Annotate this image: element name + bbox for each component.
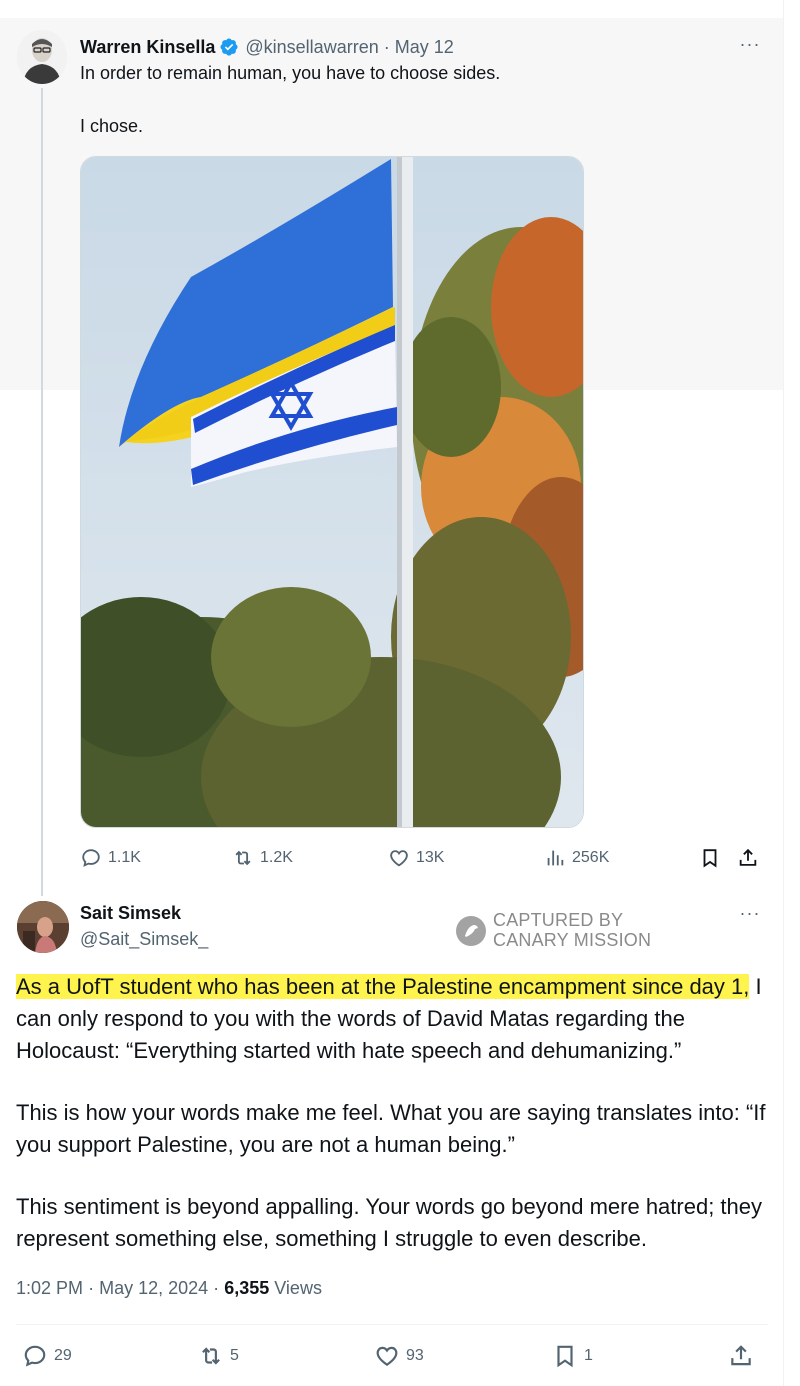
reply-count: 1.1K [108,849,141,866]
avatar[interactable] [17,901,69,953]
bookmark-button[interactable] [699,844,727,872]
like-count: 13K [416,849,445,866]
repost-button[interactable]: 5 [198,1342,239,1370]
reply-icon [24,1345,46,1367]
reply-icon [82,849,100,867]
tweet-date[interactable]: May 12 [395,37,454,58]
views-count: 256K [572,849,610,866]
tweet-time[interactable]: 1:02 PM [16,1278,83,1298]
views-count: 6,355 [224,1278,270,1298]
bookmark-icon [557,1345,573,1368]
author-handle[interactable]: @Sait_Simsek_ [80,929,208,950]
reply-button[interactable]: 29 [22,1342,72,1370]
watermark-line: CAPTURED BY [493,910,624,930]
repost-icon [235,850,251,866]
bookmark-icon [703,849,717,868]
like-button[interactable]: 93 [374,1342,424,1370]
tweet-thread-page: Warren Kinsella @kinsellawarren · May 12… [0,0,800,1386]
views-button[interactable]: 256K [544,844,609,872]
tweet-paragraph: As a UofT student who has been at the Pa… [16,971,776,1067]
separator-dot: · [88,1278,95,1298]
tweet-action-bar: 1.1K 1.2K 13K 256K [80,844,770,872]
tweet-text: In order to remain human, you have to ch… [80,63,501,83]
canary-logo [456,916,486,946]
views-label: Views [274,1278,322,1298]
tweet-paragraph: This sentiment is beyond appalling. Your… [16,1194,763,1251]
canary-mission-watermark: CAPTURED BY CANARY MISSION [456,910,656,954]
bookmark-count: 1 [584,1347,593,1364]
tweet-text: I chose. [80,116,144,136]
bookmark-button[interactable]: 1 [552,1342,593,1370]
tweet-action-bar: 29 5 93 1 [16,1342,768,1372]
tweet-header: Warren Kinsella @kinsellawarren · May 12 [80,36,454,58]
repost-count: 5 [230,1347,239,1364]
reply-count: 29 [54,1347,72,1364]
author-name[interactable]: Warren Kinsella [80,37,215,58]
like-icon [376,1346,398,1366]
share-button[interactable] [737,844,765,872]
like-button[interactable]: 13K [388,844,444,872]
share-button[interactable] [728,1342,760,1370]
repost-button[interactable]: 1.2K [232,844,293,872]
separator-dot: · [383,36,390,57]
column-border [783,0,784,1386]
tweet-meta: 1:02 PM · May 12, 2024 · 6,355 Views [16,1278,322,1299]
share-icon [731,1345,751,1366]
watermark-line: CANARY MISSION [493,930,652,950]
highlighted-text: As a UofT student who has been at the Pa… [16,974,750,999]
views-icon [547,850,564,866]
more-icon[interactable]: ··· [736,903,764,927]
tweet-body: As a UofT student who has been at the Pa… [16,971,776,1255]
tweet-paragraph: This is how your words make me feel. Wha… [16,1100,766,1157]
thread-connector-line [41,88,43,896]
avatar[interactable] [17,30,67,84]
tweet-photo[interactable] [80,156,584,828]
divider [16,1324,768,1325]
author-handle[interactable]: @kinsellawarren [245,37,378,58]
repost-count: 1.2K [260,849,293,866]
like-icon [390,850,408,867]
repost-icon [202,1347,220,1365]
like-count: 93 [406,1347,424,1364]
separator-dot: · [213,1278,220,1298]
verified-badge-icon [219,37,239,57]
tweet-full-date[interactable]: May 12, 2024 [99,1278,208,1298]
more-icon[interactable]: ··· [736,34,764,58]
author-name[interactable]: Sait Simsek [80,903,181,924]
share-icon [739,848,757,866]
reply-button[interactable]: 1.1K [80,844,141,872]
